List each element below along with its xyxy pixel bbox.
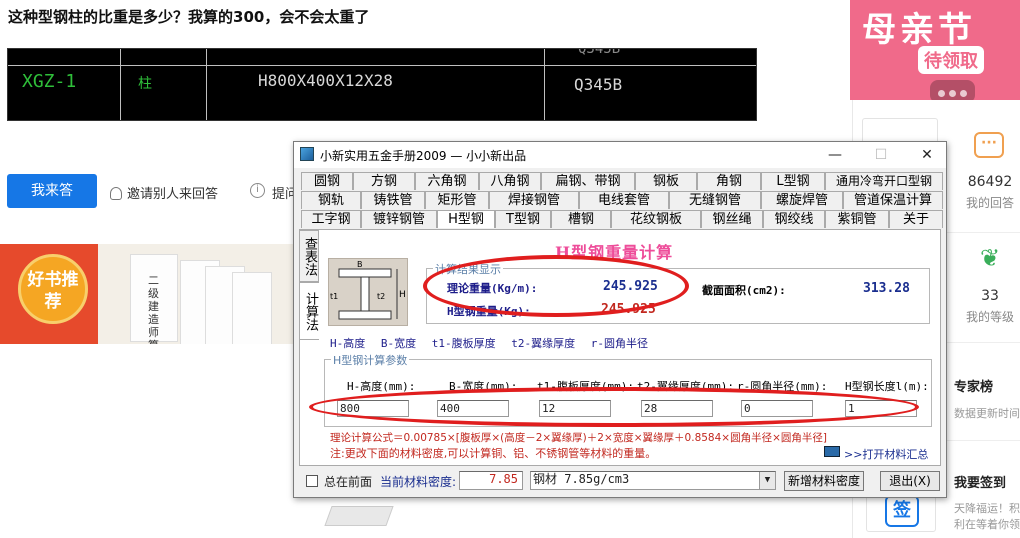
tab-welded-pipe[interactable]: 焊接钢管 <box>489 191 579 209</box>
comment-icon: ··· <box>974 132 1004 158</box>
leaf-icon: ❦ <box>979 244 1001 272</box>
formula-text: 理论计算公式＝0.00785×[腹板厚×(高度－2×翼缘厚)＋2×宽度×翼缘厚＋… <box>330 432 827 444</box>
params-group-label: H型钢计算参数 <box>331 352 410 368</box>
background-figure <box>324 506 394 526</box>
density-note: 注:更改下面的材料密度,可以计算铜、铝、不锈钢管等材料的重量。 <box>330 447 657 460</box>
annotation-ellipse-result <box>423 255 689 317</box>
tab-insulation[interactable]: 管道保温计算 <box>843 191 943 209</box>
cad-top-partial: Q345B <box>578 48 621 57</box>
close-button[interactable]: ✕ <box>912 145 942 165</box>
cad-spec: H800X400X12X28 <box>258 71 393 90</box>
summary-icon <box>824 446 840 457</box>
open-summary-link[interactable]: >>打开材料汇总 <box>844 446 928 462</box>
tab-oct-steel[interactable]: 八角钢 <box>479 172 541 190</box>
param-label-l: H型钢长度l(m): <box>845 380 929 393</box>
tab-steel-plate[interactable]: 钢板 <box>635 172 697 190</box>
material-select[interactable]: 钢材 7.85g/cm3 ▼ <box>530 471 776 490</box>
tab-h-beam[interactable]: H型钢 <box>437 210 495 228</box>
tab-cast-iron-pipe[interactable]: 铸铁管 <box>361 191 425 209</box>
tab-angle-steel[interactable]: 角钢 <box>697 172 761 190</box>
svg-text:B: B <box>357 260 363 269</box>
svg-text:t2: t2 <box>377 292 385 301</box>
density-label: 当前材料密度: <box>380 475 457 489</box>
tab-galvanized-pipe[interactable]: 镀锌钢管 <box>361 210 437 228</box>
tab-copper-pipe[interactable]: 紫铜管 <box>825 210 889 228</box>
answer-button[interactable]: 我来答 <box>7 174 97 208</box>
banner-book-text: 二级建造师算量实用宝典 <box>148 274 159 344</box>
tab-channel[interactable]: 槽钢 <box>551 210 611 228</box>
dimension-legend: H-高度 B-宽度 t1-腹板厚度 t2-翼缘厚度 r-圆角半径 <box>330 337 648 350</box>
tab-i-beam[interactable]: 工字钢 <box>301 210 361 228</box>
answers-label: 我的回答 <box>965 196 1014 210</box>
tab-seamless-pipe[interactable]: 无缝钢管 <box>669 191 761 209</box>
always-on-top-checkbox[interactable] <box>306 475 318 487</box>
signin-sub1: 天降福运！积 <box>954 502 1020 515</box>
bottom-bar: 总在前面 当前材料密度: 7.85 钢材 7.85g/cm3 ▼ 新增材料密度 … <box>294 470 946 498</box>
ad-sub-text: 待领取 <box>918 46 984 74</box>
tab-cold-formed[interactable]: 通用冷弯开口型钢 <box>825 172 943 190</box>
tab-spiral-pipe[interactable]: 螺旋焊管 <box>761 191 843 209</box>
signin-title[interactable]: 我要签到 <box>954 472 1006 491</box>
question-title: 这种型钢柱的比重是多少？我算的300，会不会太重了 <box>8 8 370 26</box>
vtab-lookup[interactable]: 查表法 <box>299 230 319 282</box>
window-title: 小新实用五金手册2009 — 小小新出品 <box>320 149 527 163</box>
invite-label: 邀请别人来回答 <box>127 187 219 202</box>
book-banner[interactable]: 二级建造师算量实用宝典 好书推荐 <box>0 244 300 344</box>
tab-t-beam[interactable]: T型钢 <box>495 210 551 228</box>
h-beam-diagram: H t2 t1 B <box>328 258 408 326</box>
annotation-ellipse-inputs <box>309 387 919 427</box>
svg-text:t1: t1 <box>330 292 338 301</box>
material-select-value: 钢材 7.85g/cm3 <box>533 472 630 486</box>
exit-button[interactable]: 退出(X) <box>880 471 940 491</box>
my-answers-stat[interactable]: 86492 我的回答 <box>955 174 1020 211</box>
app-window: 小新实用五金手册2009 — 小小新出品 — ☐ ✕ 圆钢 方钢 六角钢 八角钢… <box>293 141 947 498</box>
maximize-button[interactable]: ☐ <box>866 145 896 165</box>
svg-text:H: H <box>399 290 406 300</box>
tab-about[interactable]: 关于 <box>889 210 943 228</box>
expert-board-sub: 数据更新时间 <box>954 407 1020 420</box>
tab-strand[interactable]: 钢绞线 <box>763 210 825 228</box>
add-density-button[interactable]: 新增材料密度 <box>784 471 864 491</box>
carousel-dots[interactable] <box>930 80 975 100</box>
level-count: 33 <box>981 288 999 304</box>
tab-rect-pipe[interactable]: 矩形管 <box>425 191 489 209</box>
tab-wire-rope[interactable]: 钢丝绳 <box>701 210 763 228</box>
tab-rail[interactable]: 钢轨 <box>301 191 361 209</box>
tab-hex-steel[interactable]: 六角钢 <box>415 172 479 190</box>
title-bar: 小新实用五金手册2009 — 小小新出品 — ☐ ✕ <box>294 142 946 168</box>
tab-conduit[interactable]: 电线套管 <box>579 191 669 209</box>
user-icon <box>110 187 122 200</box>
cad-grade: Q345B <box>574 75 623 94</box>
answers-count: 86492 <box>967 174 1013 190</box>
cad-drawing-image: Q345B XGZ-1 柱 H800X400X12X28 Q345B <box>7 48 757 121</box>
density-input[interactable]: 7.85 <box>459 471 523 490</box>
vtab-calculate[interactable]: 计算法 <box>299 282 319 340</box>
chevron-down-icon[interactable]: ▼ <box>759 472 775 489</box>
app-icon <box>300 147 314 161</box>
invite-link[interactable]: 邀请别人来回答 <box>110 183 218 202</box>
festival-ad[interactable]: 母亲节 待领取 <box>850 0 1020 100</box>
cad-code: XGZ-1 <box>22 71 77 92</box>
info-icon: i <box>250 183 265 198</box>
tab-checker-plate[interactable]: 花纹钢板 <box>611 210 701 228</box>
section-area-value: 313.28 <box>863 281 910 296</box>
banner-badge: 好书推荐 <box>18 254 88 324</box>
signin-sub2: 利在等着你领 <box>954 518 1020 531</box>
expert-board-title[interactable]: 专家榜 <box>954 376 993 395</box>
level-label: 我的等级 <box>965 310 1014 324</box>
tab-square-steel[interactable]: 方钢 <box>353 172 415 190</box>
tab-l-steel[interactable]: L型钢 <box>761 172 825 190</box>
ad-main-text: 母亲节 <box>862 10 976 50</box>
signin-icon: 签 <box>885 495 919 527</box>
my-level-stat[interactable]: 33 我的等级 <box>955 288 1020 325</box>
tab-round-steel[interactable]: 圆钢 <box>301 172 353 190</box>
always-on-top-label: 总在前面 <box>324 475 373 489</box>
cad-kind: 柱 <box>138 76 152 92</box>
tab-flat-steel[interactable]: 扁钢、带钢 <box>541 172 635 190</box>
section-area-label: 截面面积(cm2): <box>702 284 786 297</box>
minimize-button[interactable]: — <box>820 145 850 165</box>
